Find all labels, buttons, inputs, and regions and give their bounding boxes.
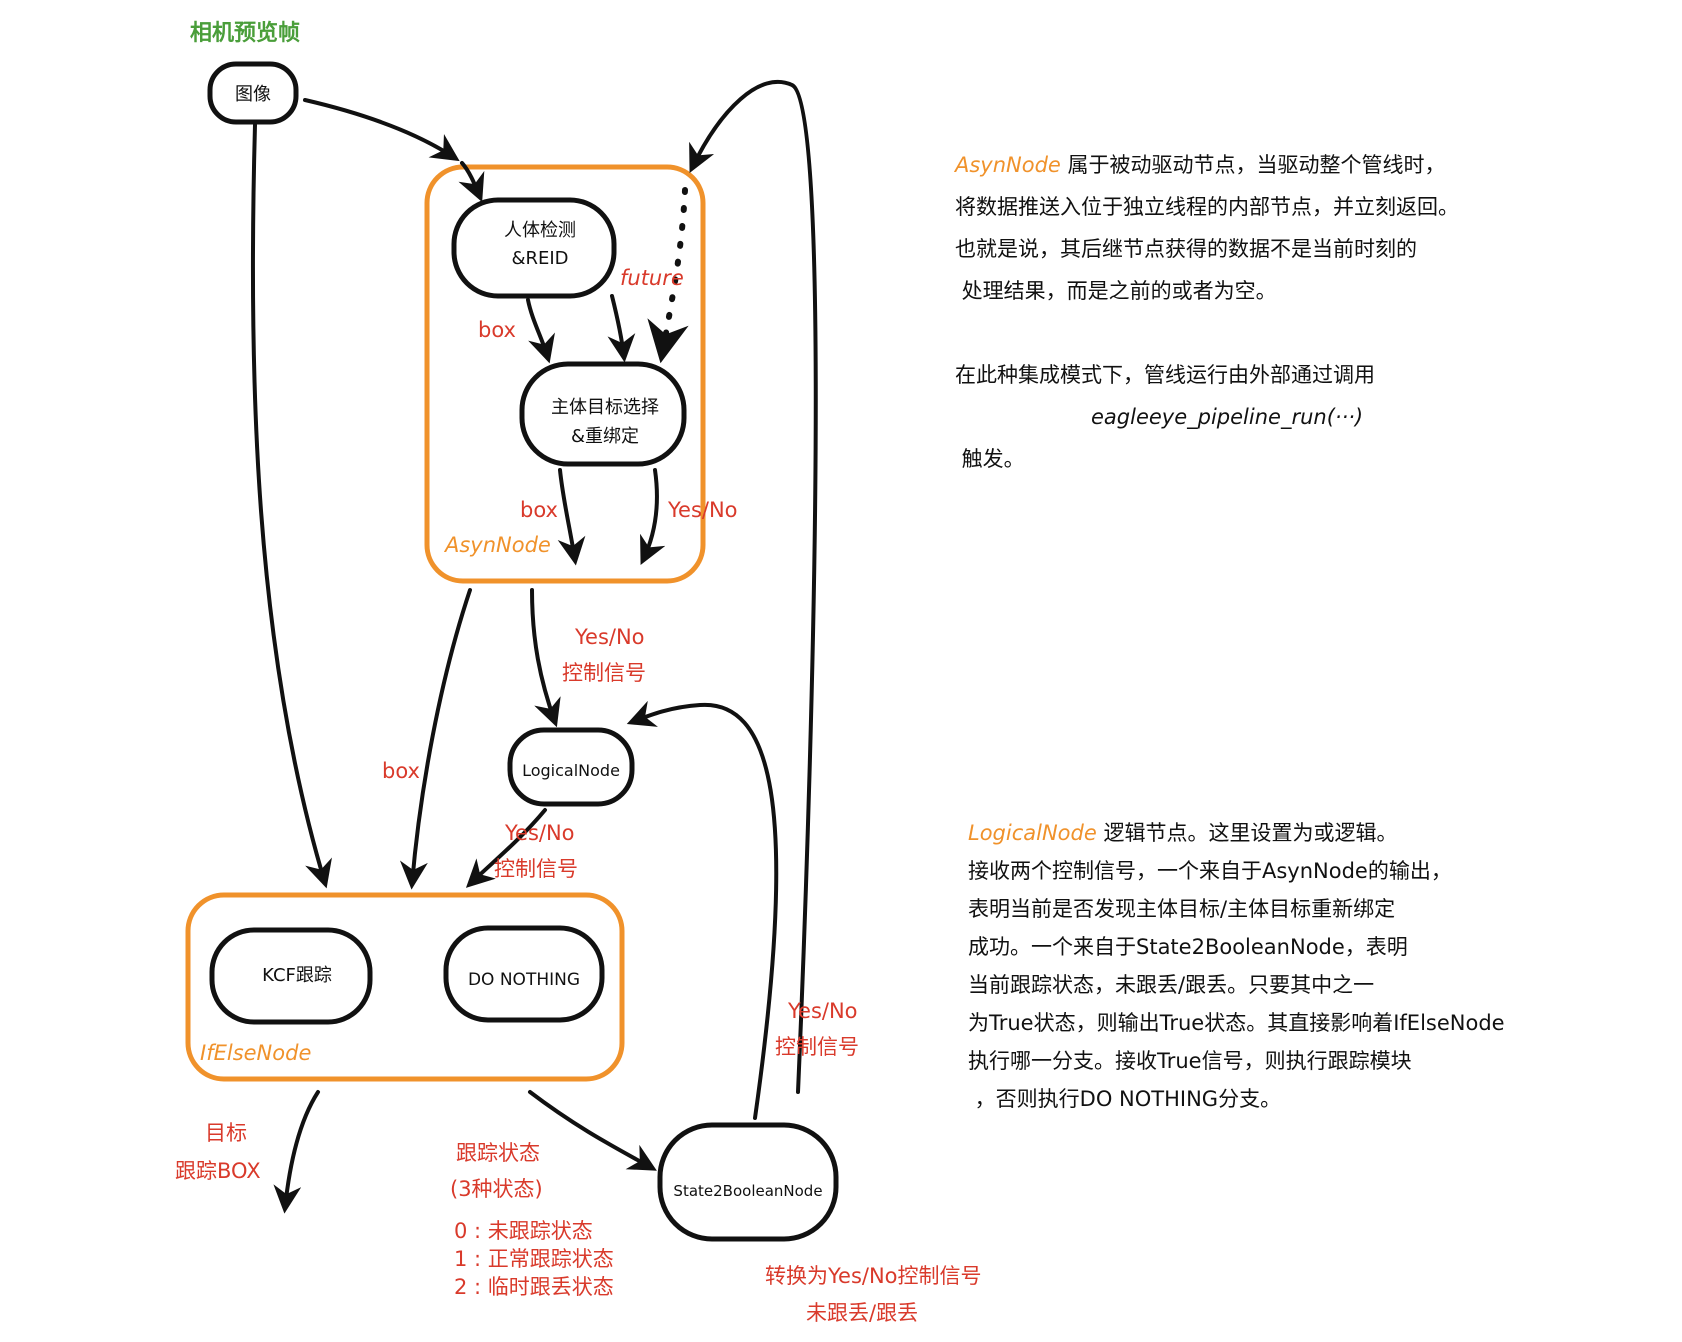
arrow-image-to-ifelse — [250, 123, 332, 889]
label-ctrl-yesno: Yes/No — [574, 625, 645, 649]
label-convert: 转换为Yes/No控制信号 — [765, 1264, 982, 1288]
logical-note-line1-text: 逻辑节点。这里设置为或逻辑。 — [1096, 821, 1398, 845]
logical-node: LogicalNode — [507, 727, 635, 807]
arrow-asyn-box-to-ifelse — [399, 588, 472, 890]
logical-note-line1: LogicalNode 逻辑节点。这里设置为或逻辑。 — [968, 821, 1397, 845]
asyn-note-line1-text: 属于被动驱动节点，当驱动整个管线时， — [1060, 153, 1446, 177]
kcf-track-node: KCF跟踪 — [209, 927, 373, 1025]
label-state-yesno: Yes/No — [787, 999, 858, 1023]
logical-note-line2: 接收两个控制信号，一个来自于AsynNode的输出， — [968, 859, 1452, 883]
logical-note-line6: 为True状态，则输出True状态。其直接影响着IfElseNode — [968, 1011, 1505, 1035]
label-ctrl-signal: 控制信号 — [562, 661, 646, 685]
svg-text:DO NOTHING: DO NOTHING — [468, 970, 580, 990]
svg-text:图像: 图像 — [235, 84, 271, 105]
label-track-state: 跟踪状态 — [456, 1141, 540, 1165]
asyn-node-note: AsynNode 属于被动驱动节点，当驱动整个管线时， 将数据推送入位于独立线程… — [955, 102, 1459, 480]
state2boolean-node: State2BooleanNode — [657, 1122, 839, 1242]
do-nothing-node: DO NOTHING — [443, 925, 605, 1023]
label-target: 目标 — [205, 1121, 247, 1145]
svg-text:State2BooleanNode: State2BooleanNode — [673, 1182, 822, 1200]
target-select-node: 主体目标选择 &重绑定 — [519, 361, 687, 467]
asyn-note-line3: 也就是说，其后继节点获得的数据不是当前时刻的 — [955, 237, 1417, 261]
logical-node-note: LogicalNode 逻辑节点。这里设置为或逻辑。 接收两个控制信号，一个来自… — [968, 776, 1505, 1118]
logical-note-keyword: LogicalNode — [968, 821, 1097, 845]
arrow-ifelse-to-state2bool — [528, 1090, 657, 1171]
svg-text:LogicalNode: LogicalNode — [522, 761, 620, 780]
label-logical-signal: 控制信号 — [494, 857, 578, 881]
label-state0: 0 : 未跟踪状态 — [454, 1219, 593, 1243]
arrow-detect-box — [526, 298, 555, 364]
image-node: 图像 — [207, 61, 299, 125]
svg-text:&重绑定: &重绑定 — [571, 426, 639, 447]
asyn-note-code: eagleeye_pipeline_run(···) — [1091, 405, 1364, 429]
logical-note-line4: 成功。一个来自于State2BooleanNode，表明 — [968, 935, 1408, 959]
logical-note-line8: ，否则执行DO NOTHING分支。 — [968, 1087, 1282, 1111]
asyn-note-line6: 触发。 — [955, 447, 1025, 471]
label-convert-states: 未跟丢/跟丢 — [806, 1301, 918, 1325]
arrow-asyn-to-logical — [530, 588, 561, 728]
logical-note-line5: 当前跟踪状态，未跟丢/跟丢。只要其中之一 — [968, 973, 1375, 997]
label-track-state-count: (3种状态) — [450, 1177, 543, 1201]
arrow-select-box — [557, 468, 586, 566]
svg-text:&REID: &REID — [511, 248, 568, 269]
arrow-ifelse-to-target-box — [273, 1090, 320, 1214]
asyn-note-keyword: AsynNode — [955, 153, 1061, 177]
asyn-note-line4: 处理结果，而是之前的或者为空。 — [955, 279, 1277, 303]
label-select-yesno: Yes/No — [667, 498, 738, 522]
arrow-state-to-logical — [626, 700, 779, 1120]
logical-note-line3: 表明当前是否发现主体目标/主体目标重新绑定 — [968, 897, 1396, 921]
label-state1: 1 : 正常跟踪状态 — [454, 1247, 614, 1271]
label-future: future — [620, 266, 684, 290]
diagram-title: 相机预览帧 — [190, 20, 300, 46]
svg-text:主体目标选择: 主体目标选择 — [551, 397, 659, 418]
label-box-left: box — [382, 759, 420, 783]
label-state2: 2 : 临时跟丢状态 — [454, 1275, 614, 1299]
label-detect-box: box — [478, 318, 516, 342]
asyn-note-line5: 在此种集成模式下，管线运行由外部通过调用 — [955, 363, 1375, 387]
logical-note-line7: 执行哪一分支。接收True信号，则执行跟踪模块 — [968, 1049, 1412, 1073]
arrow-feedback-loop — [689, 79, 818, 1094]
person-detect-node: 人体检测 &REID — [451, 197, 617, 299]
arrow-select-yesno — [640, 468, 666, 566]
svg-text:KCF跟踪: KCF跟踪 — [262, 965, 332, 986]
asyn-note-line1: AsynNode 属于被动驱动节点，当驱动整个管线时， — [955, 153, 1446, 177]
label-state-signal: 控制信号 — [775, 1035, 859, 1059]
label-logical-yesno: Yes/No — [504, 821, 575, 845]
arrow-detect-future — [607, 294, 636, 363]
label-select-box: box — [520, 498, 558, 522]
arrow-image-to-asyn — [303, 98, 460, 162]
svg-text:人体检测: 人体检测 — [504, 220, 576, 241]
asyn-note-line2: 将数据推送入位于独立线程的内部节点，并立刻返回。 — [955, 195, 1459, 219]
label-target-box: 跟踪BOX — [175, 1159, 261, 1183]
asyn-node-group-label: AsynNode — [443, 533, 551, 557]
ifelse-node-group-label: IfElseNode — [200, 1041, 311, 1065]
